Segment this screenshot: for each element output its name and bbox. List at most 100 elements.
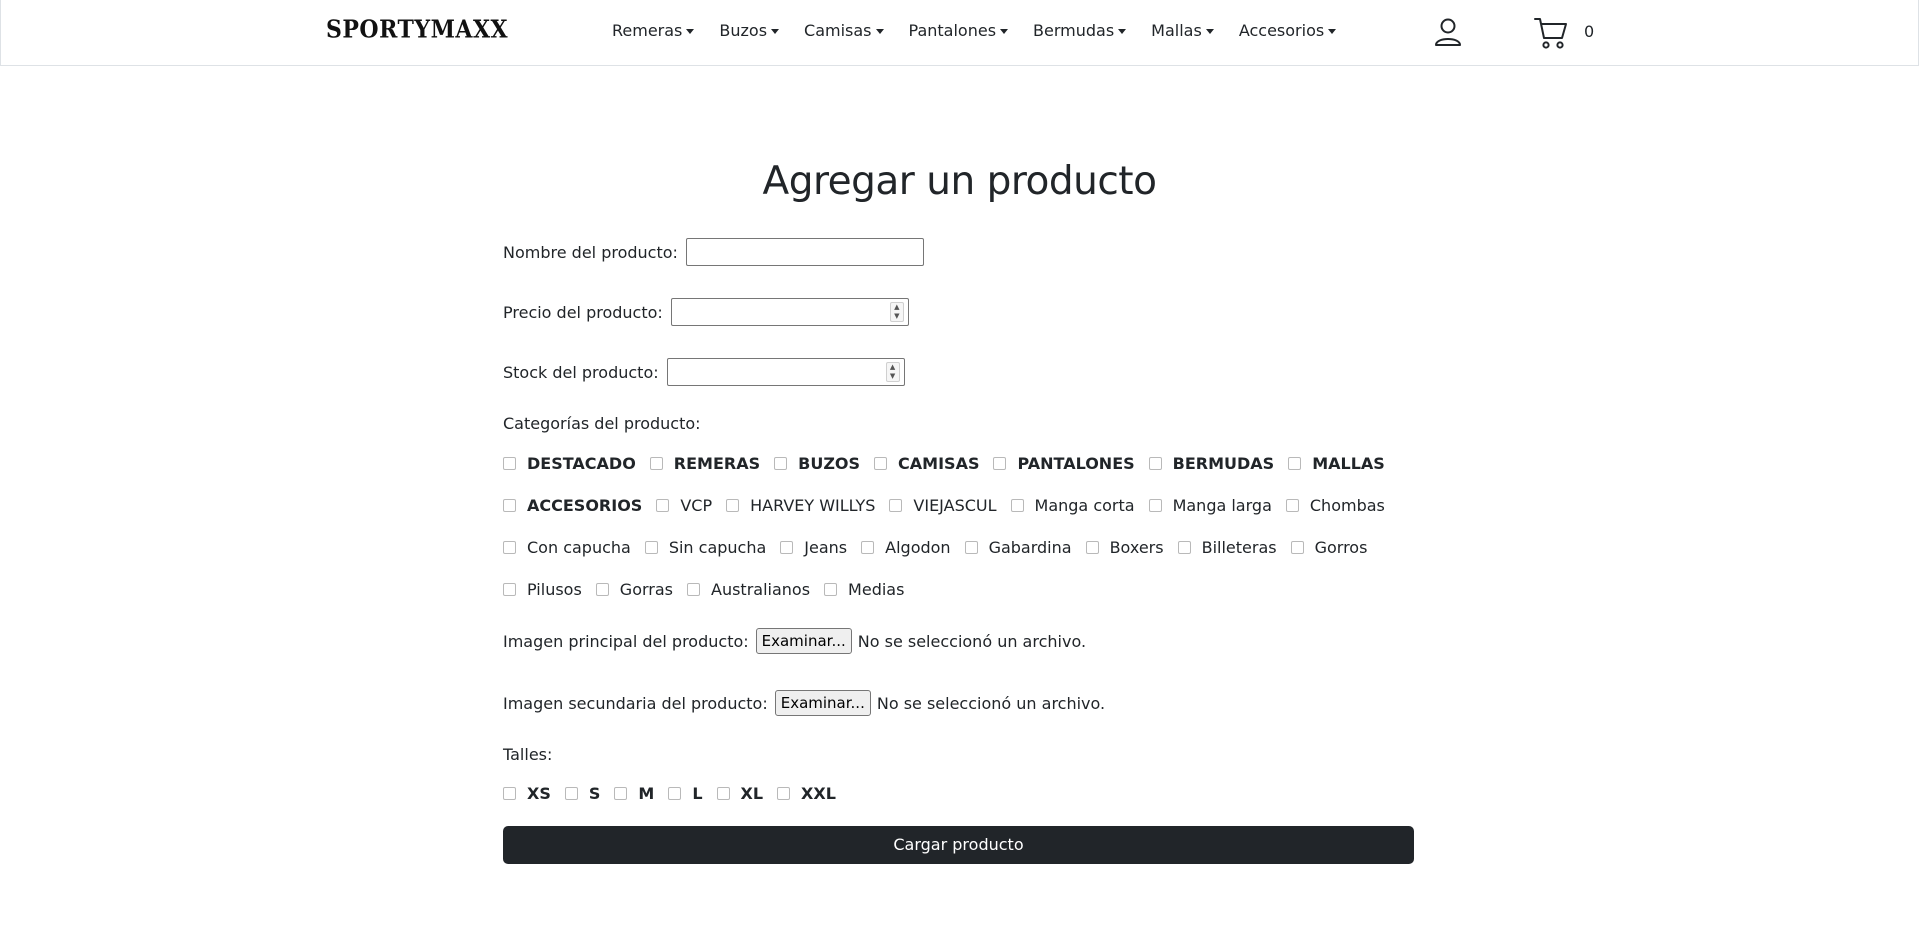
- category-label: ACCESORIOS: [527, 496, 643, 515]
- category-checkbox[interactable]: [1288, 457, 1302, 470]
- category-checkbox[interactable]: [649, 457, 663, 470]
- size-checkbox-xxl[interactable]: [777, 787, 791, 800]
- size-label: XXL: [801, 784, 836, 803]
- category-checkbox[interactable]: [1085, 541, 1099, 554]
- category-label: PANTALONES: [1017, 454, 1135, 473]
- category-label: VCP: [680, 496, 713, 515]
- category-label: Sin capucha: [668, 538, 767, 557]
- category-checkbox[interactable]: [503, 583, 516, 596]
- nav-item-pantalones[interactable]: Pantalones: [909, 21, 1009, 40]
- categories-row: Con capucha Sin capucha Jeans Algodon Ga…: [503, 538, 1381, 557]
- category-label: Gabardina: [988, 538, 1072, 557]
- nav-item-label: Remeras: [612, 21, 683, 40]
- categories-row: Pilusos Gorras Australianos Medias: [503, 580, 918, 599]
- name-input[interactable]: [685, 238, 924, 266]
- category-checkbox[interactable]: [656, 499, 670, 512]
- submit-button[interactable]: Cargar producto: [503, 826, 1414, 864]
- category-label: Pilusos: [527, 580, 582, 599]
- category-checkbox[interactable]: [1148, 457, 1162, 470]
- navbar: SPORTYMAXX Remeras Buzos Camisas Pantalo…: [0, 0, 1919, 66]
- price-label: Precio del producto:: [503, 302, 663, 322]
- category-checkbox[interactable]: [1285, 499, 1299, 512]
- nav-item-label: Bermudas: [1033, 21, 1115, 40]
- nav-item-remeras[interactable]: Remeras: [612, 21, 695, 40]
- size-checkbox-m[interactable]: [614, 787, 628, 800]
- nav-item-bermudas[interactable]: Bermudas: [1033, 21, 1127, 40]
- cart-icon[interactable]: [1533, 15, 1569, 51]
- nav-menu: Remeras Buzos Camisas Pantalones Bermuda…: [612, 21, 1361, 40]
- size-label: L: [692, 784, 703, 803]
- caret-down-icon: [686, 29, 695, 34]
- category-checkbox[interactable]: [1148, 499, 1162, 512]
- main-image-field: Imagen principal del producto: Examinar.…: [503, 628, 1086, 654]
- spinner-icon[interactable]: ▲ ▼: [889, 302, 904, 322]
- nav-item-mallas[interactable]: Mallas: [1151, 21, 1214, 40]
- category-checkbox[interactable]: [687, 583, 700, 596]
- nav-item-label: Accesorios: [1238, 21, 1325, 40]
- category-checkbox[interactable]: [780, 541, 794, 554]
- main-image-status: No se seleccionó un archivo.: [857, 631, 1087, 651]
- brand-logo[interactable]: SPORTYMAXX: [326, 16, 508, 45]
- categories-row: DESTACADO REMERAS BUZOS CAMISAS PANTALON…: [503, 454, 1399, 473]
- category-label: VIEJASCUL: [913, 496, 997, 515]
- nav-item-label: Mallas: [1151, 21, 1202, 40]
- category-label: Manga corta: [1034, 496, 1135, 515]
- category-checkbox[interactable]: [774, 457, 788, 470]
- category-label: DESTACADO: [527, 454, 636, 473]
- size-checkbox-xs[interactable]: [503, 787, 516, 800]
- nav-item-buzos[interactable]: Buzos: [719, 21, 780, 40]
- stock-input[interactable]: ▲ ▼: [666, 358, 905, 386]
- category-checkbox[interactable]: [503, 457, 516, 470]
- caret-down-icon: [771, 29, 780, 34]
- price-field-row: Precio del producto: ▲ ▼: [503, 298, 909, 326]
- secondary-image-field: Imagen secundaria del producto: Examinar…: [503, 690, 1105, 716]
- category-checkbox[interactable]: [874, 457, 888, 470]
- stock-field-row: Stock del producto: ▲ ▼: [503, 358, 905, 386]
- secondary-image-status: No se seleccionó un archivo.: [876, 693, 1106, 713]
- category-label: Billeteras: [1201, 538, 1277, 557]
- category-checkbox[interactable]: [889, 499, 903, 512]
- category-label: REMERAS: [673, 454, 761, 473]
- category-label: Con capucha: [527, 538, 631, 557]
- price-input[interactable]: ▲ ▼: [670, 298, 909, 326]
- category-checkbox[interactable]: [644, 541, 658, 554]
- category-checkbox[interactable]: [1290, 541, 1304, 554]
- category-label: Gorras: [619, 580, 673, 599]
- category-checkbox[interactable]: [503, 499, 516, 512]
- size-label: M: [638, 784, 655, 803]
- category-label: Medias: [848, 580, 905, 599]
- caret-down-icon: [1205, 29, 1214, 34]
- category-checkbox[interactable]: [964, 541, 978, 554]
- size-checkbox-l[interactable]: [668, 787, 682, 800]
- category-checkbox[interactable]: [993, 457, 1007, 470]
- category-label: Manga larga: [1172, 496, 1272, 515]
- category-checkbox[interactable]: [824, 583, 838, 596]
- size-checkbox-s[interactable]: [564, 787, 578, 800]
- size-label: S: [588, 784, 601, 803]
- category-checkbox[interactable]: [861, 541, 875, 554]
- category-label: Gorros: [1314, 538, 1368, 557]
- category-label: Boxers: [1109, 538, 1164, 557]
- category-label: Australianos: [711, 580, 811, 599]
- size-label: XS: [527, 784, 551, 803]
- category-checkbox[interactable]: [1010, 499, 1024, 512]
- main-image-browse-button[interactable]: Examinar...: [755, 628, 852, 654]
- nav-item-accesorios[interactable]: Accesorios: [1238, 21, 1337, 40]
- category-checkbox[interactable]: [595, 583, 609, 596]
- user-icon[interactable]: [1433, 17, 1463, 47]
- category-label: MALLAS: [1312, 454, 1385, 473]
- category-checkbox[interactable]: [726, 499, 740, 512]
- caret-down-icon: [1118, 29, 1127, 34]
- category-label: BERMUDAS: [1172, 454, 1275, 473]
- category-label: CAMISAS: [898, 454, 980, 473]
- category-checkbox[interactable]: [1177, 541, 1191, 554]
- categories-label: Categorías del producto:: [503, 414, 701, 433]
- category-checkbox[interactable]: [503, 541, 516, 554]
- nav-item-camisas[interactable]: Camisas: [804, 21, 884, 40]
- cart-count: 0: [1584, 22, 1595, 41]
- spinner-icon[interactable]: ▲ ▼: [885, 362, 900, 382]
- nav-item-label: Pantalones: [908, 21, 997, 40]
- secondary-image-browse-button[interactable]: Examinar...: [774, 690, 871, 716]
- size-checkbox-xl[interactable]: [716, 787, 730, 800]
- category-label: HARVEY WILLYS: [750, 496, 876, 515]
